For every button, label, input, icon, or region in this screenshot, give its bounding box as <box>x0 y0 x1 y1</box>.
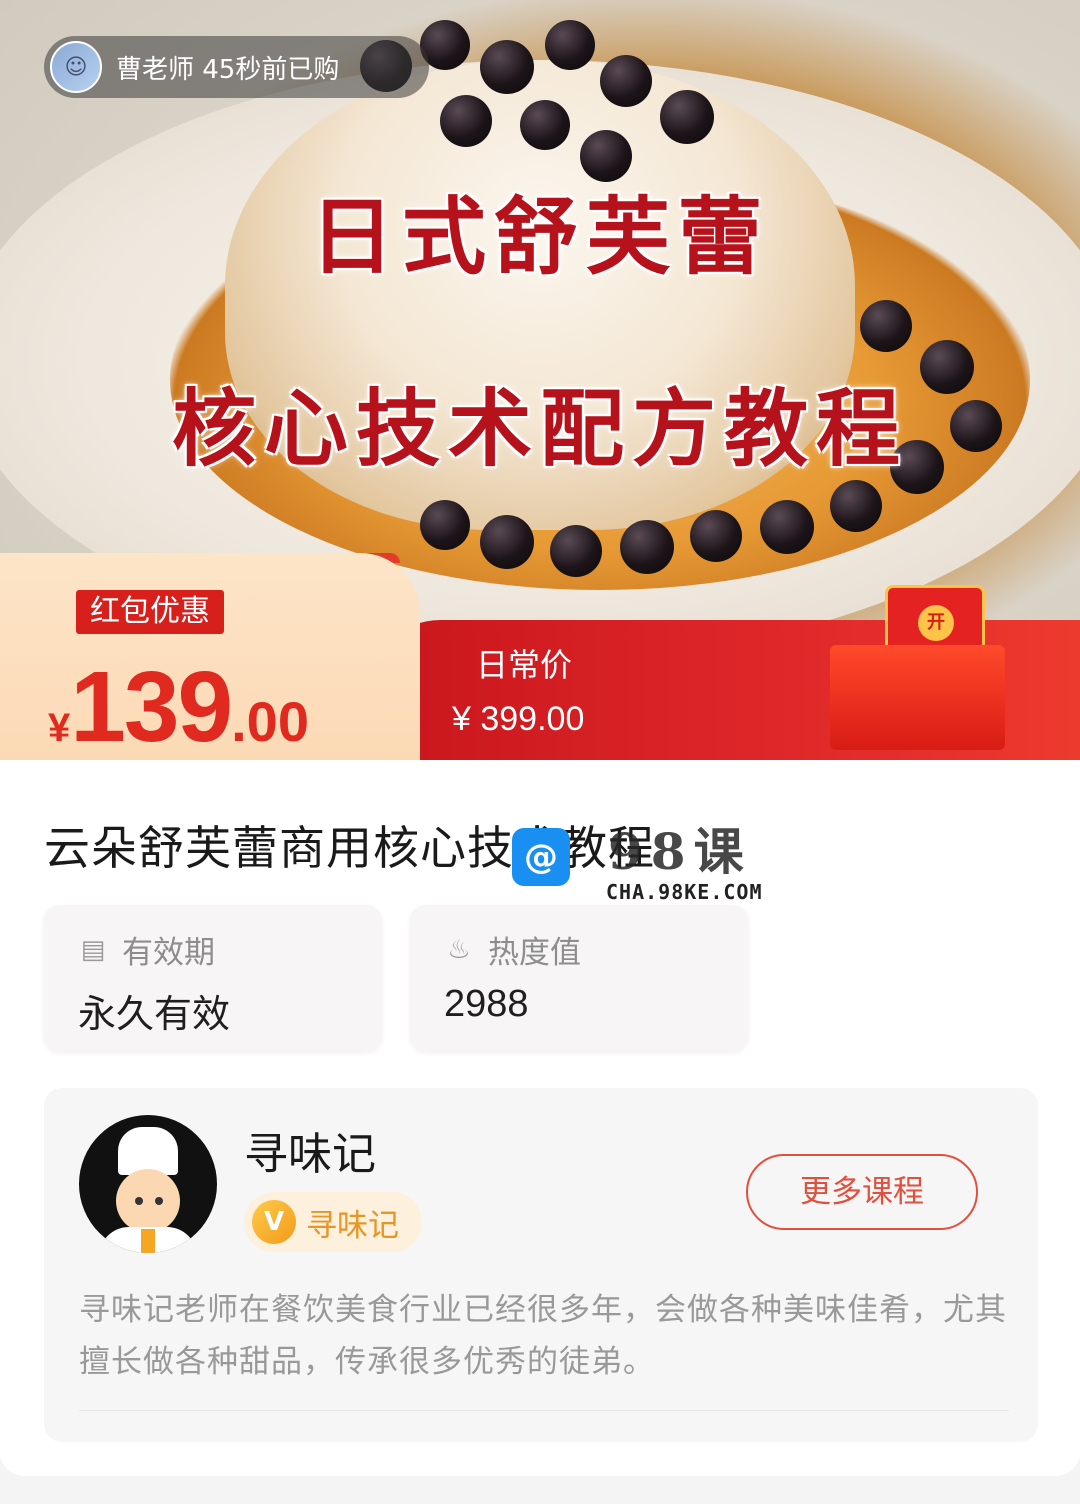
red-envelope-gift-icon: 开 <box>830 575 1005 750</box>
divider <box>79 1410 1009 1411</box>
popularity-label: 热度值 <box>488 935 581 971</box>
verified-v-icon: V <box>252 1200 296 1244</box>
pearl <box>830 480 882 532</box>
pearl <box>480 515 534 569</box>
pearl <box>480 40 534 94</box>
chef-tie-shape <box>141 1229 155 1253</box>
validity-stat-card: ▤ 有效期 永久有效 <box>44 905 382 1051</box>
recent-purchase-notice: ☺ 曹老师 45秒前已购 <box>44 36 429 98</box>
calendar-icon: ▤ <box>80 935 106 965</box>
watermark: @ 98课 CHA.98KE.COM <box>512 818 802 904</box>
validity-value: 永久有效 <box>78 994 231 1036</box>
teacher-verified-badge: V 寻味记 <box>244 1192 422 1252</box>
promo-price: ¥139.00 <box>48 650 309 765</box>
cover-title-line2: 核心技术配方教程 <box>171 379 908 478</box>
currency-symbol: ¥ <box>48 706 71 750</box>
pearl <box>545 20 595 70</box>
teacher-name[interactable]: 寻味记 <box>244 1118 376 1182</box>
chef-eye <box>135 1197 143 1205</box>
pearl <box>420 500 470 550</box>
cover-title-line1: 日式舒芙蕾 <box>309 187 770 286</box>
teacher-badge-text: 寻味记 <box>306 1207 399 1244</box>
pearl <box>690 510 742 562</box>
buyer-avatar: ☺ <box>50 41 102 93</box>
pearl <box>440 95 492 147</box>
chef-face-shape <box>116 1169 180 1233</box>
pearl <box>660 90 714 144</box>
regular-price-label: 日常价 <box>476 646 573 684</box>
watermark-url: CHA.98KE.COM <box>606 880 763 904</box>
fire-icon: ♨ <box>447 935 471 965</box>
recent-purchase-text: 曹老师 45秒前已购 <box>116 54 340 85</box>
teacher-avatar[interactable] <box>79 1115 217 1253</box>
pearl <box>860 300 912 352</box>
promo-price-integer: 139 <box>70 651 233 763</box>
pearl <box>600 55 652 107</box>
teacher-description: 寻味记老师在餐饮美食行业已经很多年，会做各种美味佳肴，尤其擅长做各种甜品，传承很… <box>79 1292 1007 1380</box>
popularity-stat-card: ♨ 热度值 2988 <box>410 905 748 1051</box>
chef-hat-shape <box>118 1127 178 1175</box>
watermark-brand: 98课 <box>608 822 752 881</box>
pearl <box>760 500 814 554</box>
validity-label: 有效期 <box>122 935 215 971</box>
promo-tag: 红包优惠 <box>76 590 224 634</box>
chef-eye <box>155 1197 163 1205</box>
regular-price-value: ¥ 399.00 <box>452 700 585 738</box>
watermark-logo-icon: @ <box>512 828 570 886</box>
open-coin-icon: 开 <box>918 605 954 641</box>
pearl <box>620 520 674 574</box>
pearl <box>550 525 602 577</box>
popularity-value: 2988 <box>444 983 529 1025</box>
more-courses-button[interactable]: 更多课程 <box>746 1154 978 1230</box>
pearl <box>520 100 570 150</box>
promo-price-decimal: .00 <box>231 690 309 753</box>
gift-box-shape <box>830 645 1005 750</box>
